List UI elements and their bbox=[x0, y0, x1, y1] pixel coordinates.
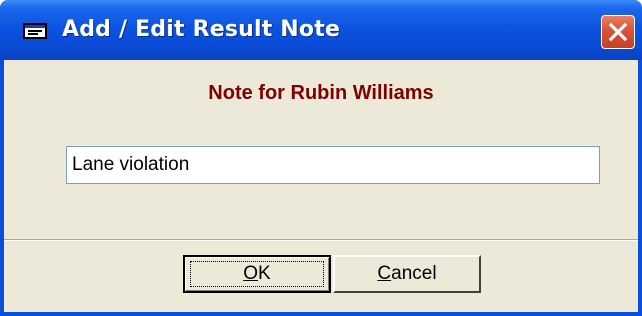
dialog-client-area: Note for Rubin Williams OK Cancel bbox=[4, 60, 638, 312]
ok-button[interactable]: OK bbox=[183, 255, 331, 293]
separator bbox=[4, 239, 638, 241]
dialog-window: Add / Edit Result Note Note for Rubin Wi… bbox=[0, 0, 642, 316]
close-x-icon bbox=[608, 22, 628, 42]
focus-rectangle bbox=[190, 261, 324, 287]
title-bar[interactable]: Add / Edit Result Note bbox=[0, 0, 642, 60]
app-window-icon bbox=[22, 22, 48, 40]
cancel-button-mnemonic: C bbox=[377, 263, 392, 284]
note-heading: Note for Rubin Williams bbox=[208, 82, 434, 104]
note-input[interactable] bbox=[66, 146, 600, 184]
window-title: Add / Edit Result Note bbox=[62, 17, 341, 42]
cancel-button[interactable]: Cancel bbox=[333, 255, 481, 293]
close-button[interactable] bbox=[601, 15, 635, 49]
cancel-button-label-rest: ancel bbox=[391, 263, 437, 284]
